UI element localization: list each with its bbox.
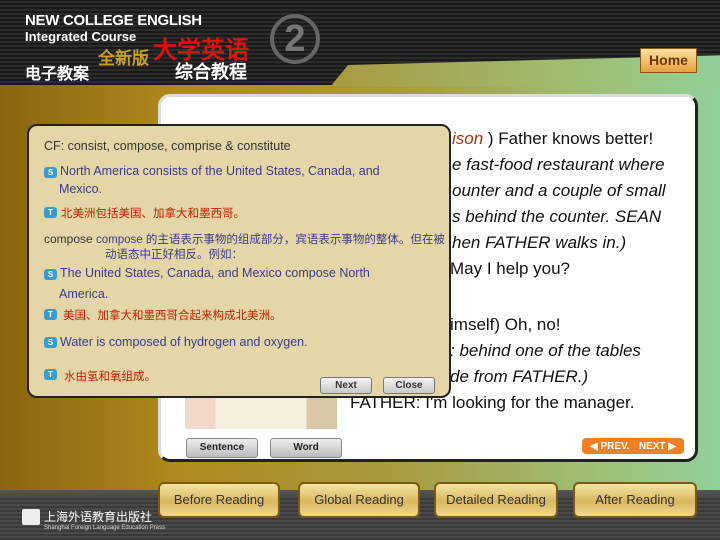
logo-line3: 电子教案 (25, 66, 90, 83)
example-en: The United States, Canada, and Mexico co… (60, 266, 370, 280)
popup-next-button[interactable]: Next (320, 377, 372, 394)
translation-icon[interactable]: T (44, 369, 57, 380)
nav-after-reading[interactable]: After Reading (573, 482, 697, 518)
note: 动语态中正好相反。例如： (105, 249, 243, 261)
nav-detailed-reading[interactable]: Detailed Reading (434, 482, 558, 518)
example-zh: 水由氢和氧组成。 (64, 371, 156, 383)
example-zh: 美国、加拿大和墨西哥合起来构成北美洲。 (63, 310, 282, 322)
pager: ◀ PREV. NEXT ▶ (582, 438, 684, 454)
example-zh: 北美洲包括美国、加拿大和墨西哥。 (61, 208, 245, 220)
nav-before-reading[interactable]: Before Reading (158, 482, 280, 518)
press-name: 上海外语教育出版社 Shanghai Foreign Language Educa… (44, 510, 166, 531)
logo-line2: Integrated Course (25, 29, 137, 44)
story-line: ounter and a couple of small (452, 181, 666, 200)
new-edition-label: 全新版 (98, 49, 149, 68)
example-en: North America consists of the United Sta… (60, 164, 380, 178)
next-button[interactable]: NEXT ▶ (639, 441, 676, 452)
story-line: s behind the counter. SEAN (452, 207, 662, 226)
word-button[interactable]: Word (270, 438, 342, 458)
sentence-button[interactable]: Sentence (186, 438, 258, 458)
story-line: May I help you? (450, 259, 571, 278)
translation-icon[interactable]: T (44, 309, 57, 320)
sound-icon[interactable]: S (44, 269, 57, 280)
home-button[interactable]: Home (640, 48, 697, 73)
example-en: Water is composed of hydrogen and oxygen… (60, 335, 308, 349)
example-en: Mexico. (59, 182, 103, 196)
volume-badge: 2 (270, 14, 320, 64)
story-line: hen FATHER walks in.) (452, 233, 627, 252)
sound-icon[interactable]: S (44, 167, 57, 178)
subtitle-zh: 综合教程 (175, 62, 247, 82)
press-logo-icon (22, 509, 40, 525)
nav-global-reading[interactable]: Global Reading (298, 482, 420, 518)
sound-icon[interactable]: S (44, 337, 57, 348)
story-line: de from FATHER.) (450, 367, 589, 386)
story-line: : behind one of the tables (450, 341, 641, 360)
popup-close-button[interactable]: Close (383, 377, 435, 394)
example-en: America. (59, 287, 109, 301)
story-illustration (185, 395, 337, 429)
logo-line1: NEW COLLEGE ENGLISH (25, 12, 202, 29)
note: compose compose 的主语表示事物的组成部分，宾语表示事物的整体。但… (44, 232, 445, 246)
popup-title: CF: consist, compose, comprise & constit… (44, 139, 291, 153)
story-line: ison ) Father knows better! (452, 129, 654, 148)
story-line: imself) Oh, no! (450, 315, 561, 334)
prev-button[interactable]: ◀ PREV. (590, 441, 630, 452)
story-line: e fast-food restaurant where (452, 155, 665, 174)
translation-icon[interactable]: T (44, 207, 57, 218)
